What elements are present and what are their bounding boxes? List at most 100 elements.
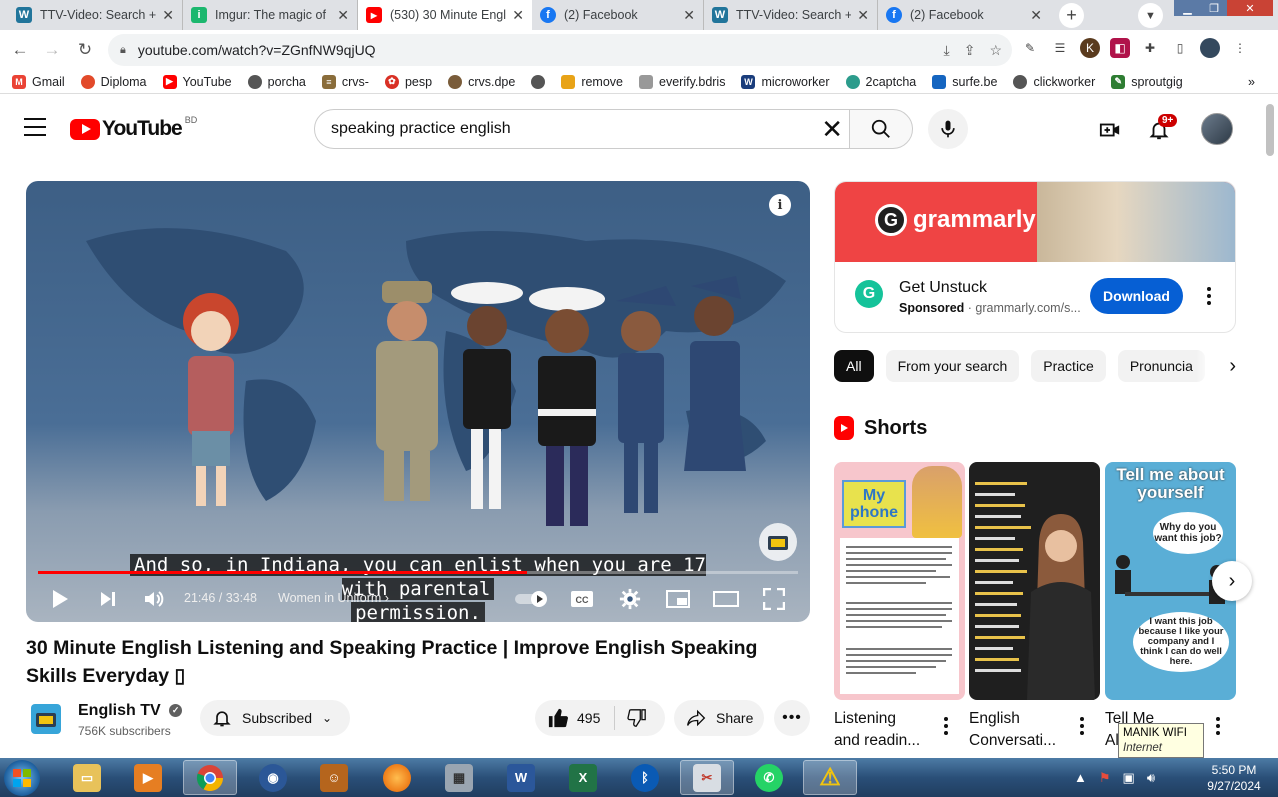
close-icon[interactable]: ✕ xyxy=(512,7,524,24)
bookmark-sproutgig[interactable]: ✎ sproutgig xyxy=(1111,74,1183,89)
short-3-menu-icon[interactable] xyxy=(1208,714,1228,738)
bookmark-diploma[interactable]: Diploma xyxy=(80,74,147,89)
video-player[interactable]: i And so, in Indiana, you can enlist whe… xyxy=(26,181,810,622)
short-2-menu-icon[interactable] xyxy=(1072,714,1092,738)
hamburger-menu-icon[interactable] xyxy=(24,118,46,136)
bookmark-porcha[interactable]: porcha xyxy=(247,74,306,89)
tray-expand-icon[interactable]: ▲ xyxy=(1074,770,1087,786)
info-icon[interactable]: i xyxy=(769,194,791,216)
bookmark-everify[interactable]: everify.bdris xyxy=(639,74,725,89)
close-icon[interactable]: ✕ xyxy=(683,7,695,24)
bookmark-crvs[interactable]: ≡ crvs- xyxy=(321,74,369,89)
play-button[interactable] xyxy=(46,585,74,613)
short-thumbnail-1[interactable]: My phone xyxy=(834,462,965,700)
taskbar-snipping-tool[interactable]: ✂ xyxy=(680,760,734,795)
taskbar-chrome[interactable] xyxy=(183,760,237,795)
miniplayer-button[interactable] xyxy=(664,585,692,613)
bookmark-remove[interactable]: remove xyxy=(561,74,623,89)
install-icon[interactable]: ⤓ xyxy=(944,42,950,59)
short-1-label[interactable]: Listening and readin... xyxy=(834,708,944,752)
bookmark-clickworker[interactable]: clickworker xyxy=(1013,74,1095,89)
close-icon[interactable]: ✕ xyxy=(162,7,174,24)
restore-button[interactable]: ❐ xyxy=(1201,0,1227,16)
subtitles-button[interactable]: CC xyxy=(568,585,596,613)
edit-icon[interactable]: ✎ xyxy=(1020,38,1040,58)
taskbar-bluetooth[interactable]: ᛒ xyxy=(618,760,672,795)
bookmark-surfe[interactable]: surfe.be xyxy=(932,74,997,89)
chip-practice[interactable]: Practice xyxy=(1031,350,1106,382)
sidepanel-icon[interactable]: ▯ xyxy=(1170,38,1190,58)
taskbar-whatsapp[interactable]: ✆ xyxy=(742,760,796,795)
forward-arrow-icon[interactable]: → xyxy=(40,38,64,62)
bookmark-star-icon[interactable]: ☆ xyxy=(989,42,1002,59)
address-bar[interactable]: 🔒︎ youtube.com/watch?v=ZGnfNW9qjUQ ⤓ ⇪ ☆ xyxy=(108,34,1012,66)
taskbar-media-player[interactable]: ▶ xyxy=(121,760,175,795)
tab-youtube-active[interactable]: ▶ (530) 30 Minute Engl ✕ xyxy=(358,0,532,30)
reading-list-icon[interactable]: ☰ xyxy=(1050,38,1070,58)
youtube-logo[interactable]: YouTube BD xyxy=(70,115,197,141)
taskbar-warning[interactable]: ⚠ xyxy=(803,760,857,795)
extension-k-icon[interactable]: K xyxy=(1080,38,1100,58)
taskbar-clock[interactable]: 5:50 PM 9/27/2024 xyxy=(1202,762,1266,794)
clear-search-icon[interactable]: ✕ xyxy=(821,114,843,145)
like-button[interactable]: 495 xyxy=(547,708,600,728)
ad-banner[interactable]: Ggrammarly xyxy=(835,182,1235,262)
bookmark-crvs-dpe[interactable]: crvs.dpe xyxy=(448,74,515,89)
taskbar-file-explorer[interactable]: ▭ xyxy=(60,760,114,795)
puzzle-icon[interactable]: ✚ xyxy=(1140,38,1160,58)
short-2-label[interactable]: English Conversati... xyxy=(969,708,1079,752)
mute-button[interactable] xyxy=(140,585,168,613)
taskbar-calculator[interactable]: ▦ xyxy=(432,760,486,795)
taskbar-word[interactable]: W xyxy=(494,760,548,795)
download-button[interactable]: Download xyxy=(1090,278,1183,314)
start-button[interactable] xyxy=(4,760,40,796)
tab-ttv-video-2[interactable]: W TTV-Video: Search + ✕ xyxy=(704,0,878,30)
fullscreen-button[interactable] xyxy=(760,585,788,613)
channel-name[interactable]: English TV ✓ xyxy=(78,702,183,720)
bookmark-gmail[interactable]: M Gmail xyxy=(12,74,65,89)
ad-menu-icon[interactable] xyxy=(1199,284,1219,308)
tab-imgur[interactable]: i Imgur: The magic of ✕ xyxy=(183,0,358,30)
profile-avatar-icon[interactable] xyxy=(1200,38,1220,58)
share-icon[interactable]: ⇪ xyxy=(964,42,976,59)
back-arrow-icon[interactable]: ← xyxy=(8,38,32,62)
new-tab-button[interactable]: + xyxy=(1059,3,1084,28)
chips-next-arrow-icon[interactable]: › xyxy=(1196,350,1236,382)
tab-search-button[interactable]: ▼ xyxy=(1138,3,1163,28)
autoplay-toggle[interactable] xyxy=(514,585,550,613)
tab-facebook-2[interactable]: f (2) Facebook ✕ xyxy=(878,0,1050,30)
chip-pronunciation[interactable]: Pronuncia xyxy=(1117,350,1205,382)
taskbar-photo-app[interactable]: ◉ xyxy=(246,760,300,795)
share-button[interactable]: Share xyxy=(674,700,764,736)
settings-button[interactable] xyxy=(616,585,644,613)
bookmark-2captcha[interactable]: 2captcha xyxy=(845,74,916,89)
more-actions-button[interactable]: ••• xyxy=(774,700,810,736)
channel-watermark-icon[interactable] xyxy=(759,523,797,561)
extension-red-icon[interactable]: ◧ xyxy=(1110,38,1130,58)
voice-search-button[interactable] xyxy=(928,109,968,149)
page-scrollbar-thumb[interactable] xyxy=(1266,104,1274,156)
short-1-menu-icon[interactable] xyxy=(936,714,956,738)
bookmark-youtube[interactable]: ▶ YouTube xyxy=(162,74,232,89)
close-icon[interactable]: ✕ xyxy=(857,7,869,24)
more-bookmarks-icon[interactable]: » xyxy=(1248,75,1255,89)
dislike-button[interactable] xyxy=(627,709,647,727)
tray-flag-icon[interactable]: ⚑ xyxy=(1099,770,1111,786)
bookmark-microworker[interactable]: Wmicroworker xyxy=(741,74,830,89)
taskbar-excel[interactable]: X xyxy=(556,760,610,795)
window-close-button[interactable]: ✕ xyxy=(1227,0,1273,16)
search-input[interactable]: speaking practice english ✕ xyxy=(314,109,850,149)
channel-avatar[interactable] xyxy=(31,704,61,734)
create-video-button[interactable] xyxy=(1098,118,1122,142)
next-button[interactable] xyxy=(94,585,122,613)
minimize-button[interactable]: ▁ xyxy=(1174,0,1201,16)
chip-all[interactable]: All xyxy=(834,350,874,382)
theater-mode-button[interactable] xyxy=(712,585,740,613)
tab-ttv-video-1[interactable]: W TTV-Video: Search + ✕ xyxy=(8,0,183,30)
bookmark-pesp[interactable]: ✿ pesp xyxy=(384,74,432,89)
ad-card[interactable]: Ggrammarly G Get Unstuck Sponsored · gra… xyxy=(834,181,1236,333)
taskbar-firefox[interactable] xyxy=(370,760,424,795)
ad-title[interactable]: Get Unstuck xyxy=(899,279,987,297)
progress-bar[interactable] xyxy=(38,571,798,574)
tab-facebook-1[interactable]: f (2) Facebook ✕ xyxy=(532,0,704,30)
